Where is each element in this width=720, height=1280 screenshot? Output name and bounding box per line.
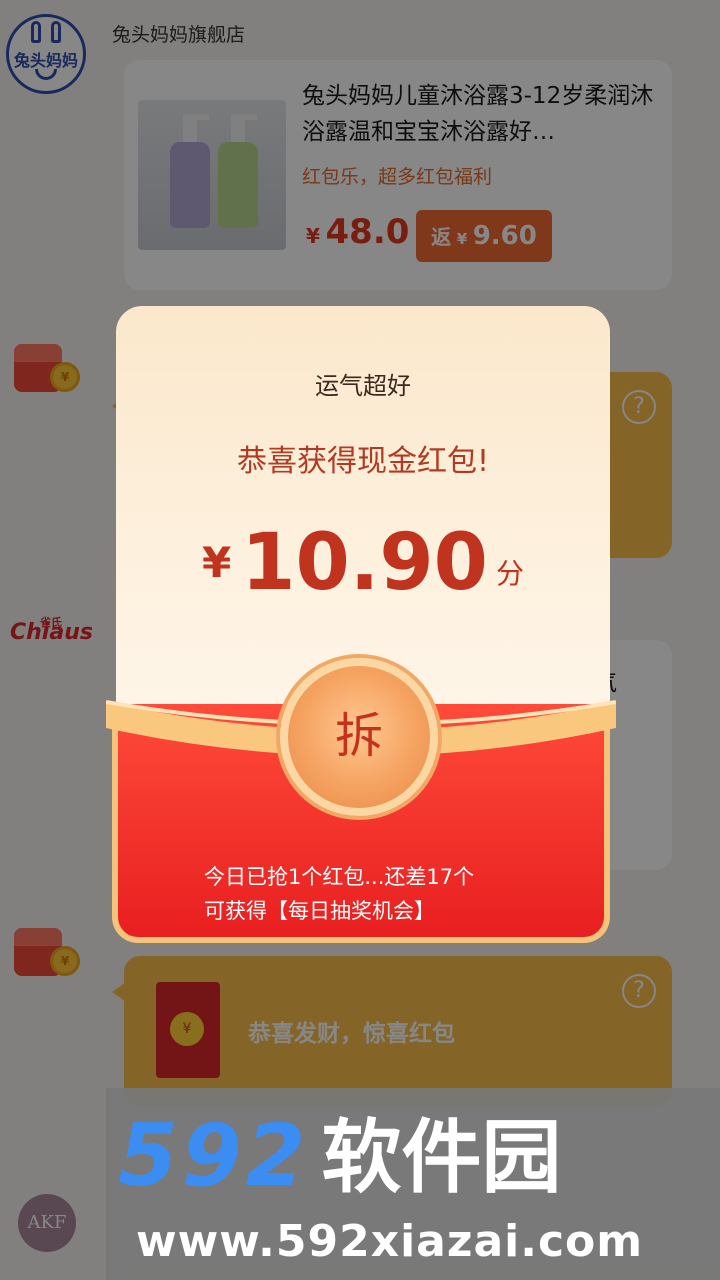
progress-notice: 今日已抢1个红包...还差17个 可获得【每日抽奖机会】 <box>204 860 474 928</box>
congrats-text: 恭喜获得现金红包! <box>236 444 490 479</box>
open-button[interactable]: 拆 <box>280 658 438 816</box>
watermark: 592 软件园 www.592xiazai.com <box>106 1088 720 1280</box>
amount-value: 10.90 <box>241 518 488 608</box>
cash-amount: ¥10.90 分 <box>116 518 610 608</box>
watermark-logo-text: 软件园 <box>321 1111 562 1204</box>
amount-unit: 分 <box>495 557 524 590</box>
watermark-logo: 592 软件园 <box>118 1108 562 1206</box>
notice-line-1: 今日已抢1个红包...还差17个 <box>204 865 475 889</box>
watermark-url: www.592xiazai.com <box>136 1216 644 1267</box>
notice-line-2: 可获得【每日抽奖机会】 <box>204 899 435 923</box>
watermark-logo-number: 592 <box>118 1106 310 1206</box>
lucky-text: 运气超好 <box>315 372 411 400</box>
red-envelope[interactable]: 今日已抢1个红包...还差17个 可获得【每日抽奖机会】 拆 <box>106 658 616 943</box>
amount-currency: ¥ <box>202 538 232 587</box>
red-packet-modal: 运气超好 恭喜获得现金红包! ¥10.90 分 今日已抢1个红包...还差17个 … <box>106 306 616 943</box>
